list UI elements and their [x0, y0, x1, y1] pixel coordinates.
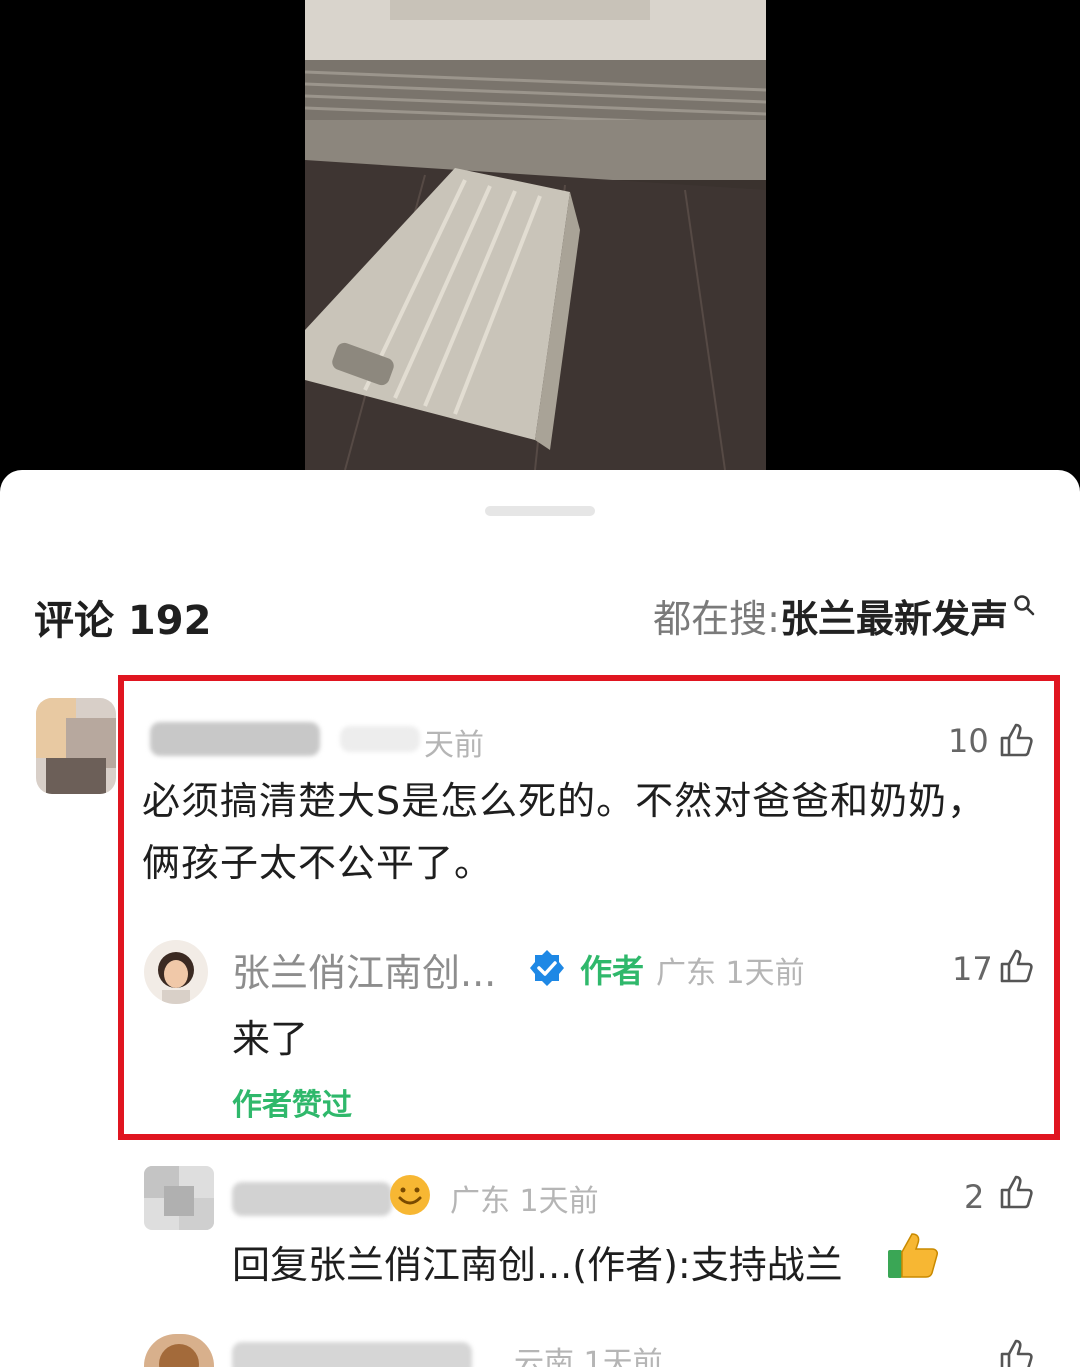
reply3-meta: 云南 1天前 — [514, 1346, 663, 1367]
comment-sheet: 评论 192 都在搜: 张兰最新发声 天前 10 必须搞清楚大S是怎么死的。不然… — [0, 470, 1080, 1367]
reply3-avatar[interactable] — [144, 1334, 214, 1367]
verified-badge-icon — [530, 950, 564, 986]
reply2-like-count: 2 — [964, 1178, 985, 1216]
trending-search-label: 都在搜: — [653, 597, 780, 641]
thumbs-up-icon[interactable] — [996, 720, 1036, 760]
author-avatar[interactable] — [144, 940, 208, 1004]
comment-text: 必须搞清楚大S是怎么死的。不然对爸爸和奶奶， 俩孩子太不公平了。 — [142, 770, 1052, 894]
reply3-name-blurred — [232, 1342, 472, 1367]
sheet-grabber[interactable] — [485, 506, 595, 516]
search-icon[interactable] — [1012, 593, 1036, 617]
suitcase-image — [305, 0, 766, 470]
author-reply-text: 来了 — [232, 1017, 309, 1061]
trending-search[interactable]: 都在搜: 张兰最新发声 — [653, 588, 1036, 643]
reply2-meta: 广东 1天前 — [450, 1184, 599, 1219]
trending-search-term[interactable]: 张兰最新发声 — [780, 588, 1008, 643]
thumbs-up-icon[interactable] — [996, 946, 1036, 986]
thumbs-up-emoji-icon — [888, 1233, 938, 1278]
comment-like-count: 10 — [948, 722, 989, 760]
author-name[interactable]: 张兰俏江南创... — [232, 942, 496, 997]
video-thumbnail[interactable] — [305, 0, 766, 470]
thumbs-up-icon[interactable] — [996, 1172, 1036, 1212]
comment-count-title: 评论 192 — [34, 598, 212, 644]
reply2-avatar[interactable] — [144, 1166, 214, 1230]
comment-time: 天前 — [424, 728, 484, 763]
commenter-name-blurred — [150, 722, 320, 756]
video-background — [0, 0, 1080, 470]
author-tag: 作者 — [580, 952, 645, 990]
author-reply-like-count: 17 — [952, 950, 993, 988]
reply2-text: 回复张兰俏江南创...(作者):支持战兰 — [232, 1243, 843, 1287]
reply2-name-blurred — [232, 1182, 392, 1216]
author-liked-badge: 作者赞过 — [232, 1088, 352, 1123]
smile-emoji-icon — [390, 1175, 430, 1215]
commenter-avatar[interactable] — [36, 698, 116, 794]
comment-text-line2: 俩孩子太不公平了。 — [142, 841, 494, 885]
thumbs-up-icon[interactable] — [996, 1336, 1036, 1367]
commenter-location-blurred — [340, 726, 420, 752]
comment-text-line1: 必须搞清楚大S是怎么死的。不然对爸爸和奶奶， — [142, 779, 987, 823]
author-reply-meta: 广东 1天前 — [656, 956, 805, 991]
